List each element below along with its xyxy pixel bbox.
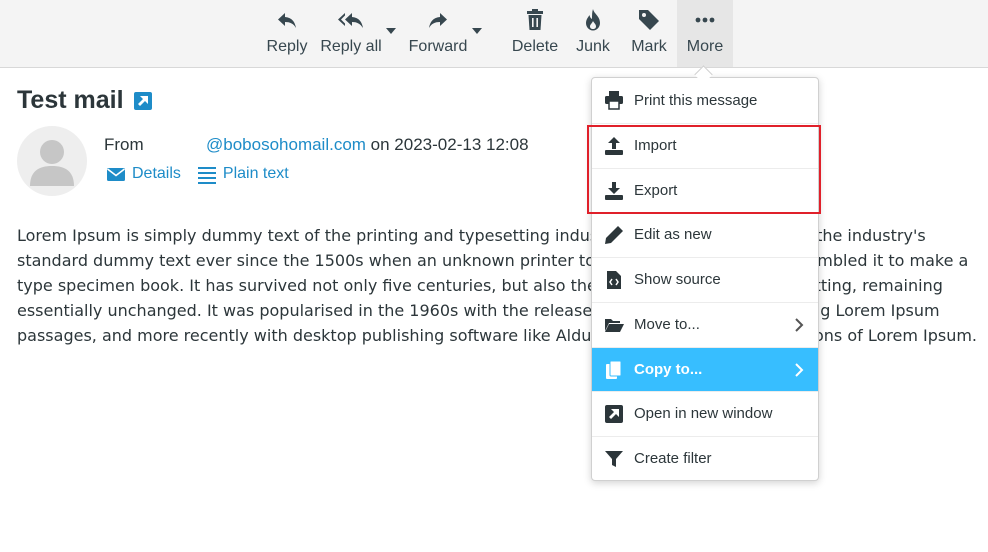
menu-item-label: Copy to... (634, 361, 703, 378)
reply-all-dropdown-caret[interactable] (386, 28, 396, 34)
menu-item-label: Move to... (634, 316, 700, 333)
header-links: Details Plain text (106, 164, 305, 184)
menu-item-label: Show source (634, 271, 721, 288)
menu-item-print[interactable]: Print this message (592, 78, 818, 122)
message-subject: Test mail (17, 86, 152, 115)
sender-email-link[interactable]: @bobosohomail.com (206, 135, 366, 154)
menu-item-label: Create filter (634, 450, 712, 467)
open-external-icon[interactable] (133, 91, 152, 110)
details-link-label: Details (132, 165, 181, 182)
reply-all-button[interactable]: Reply all (318, 0, 384, 67)
plain-text-link[interactable]: Plain text (197, 164, 289, 184)
chevron-right-icon (795, 363, 804, 377)
menu-item-label: Open in new window (634, 405, 773, 422)
external-link-icon (605, 404, 623, 423)
tag-icon (639, 10, 659, 30)
reply-all-icon (338, 13, 363, 28)
menu-item-open-new-window[interactable]: Open in new window (592, 391, 818, 435)
from-label: From (104, 135, 144, 154)
lines-icon (197, 167, 216, 184)
menu-item-label: Edit as new (634, 226, 712, 243)
message-date: on 2023-02-13 12:08 (365, 135, 529, 154)
mark-button[interactable]: Mark (626, 0, 672, 67)
more-button[interactable]: More (677, 0, 733, 67)
copy-icon (606, 360, 622, 379)
more-dots-icon (695, 17, 715, 23)
envelope-icon (107, 168, 125, 181)
details-link[interactable]: Details (106, 164, 181, 184)
menu-item-move-to[interactable]: Move to... (592, 302, 818, 346)
menu-item-label: Print this message (634, 91, 758, 109)
user-silhouette-icon (30, 140, 74, 186)
print-icon (605, 91, 623, 110)
fire-icon (586, 9, 600, 31)
filter-icon (605, 450, 623, 467)
forward-icon (429, 13, 447, 28)
plain-text-link-label: Plain text (222, 165, 289, 182)
message-body: Lorem Ipsum is simply dummy text of the … (17, 226, 978, 345)
reply-icon (278, 13, 296, 28)
sender-line: From @bobosohomail.com on 2023-02-13 12:0… (104, 135, 529, 155)
trash-icon (527, 9, 543, 30)
forward-button[interactable]: Forward (405, 0, 471, 67)
menu-item-copy-to[interactable]: Copy to... (592, 347, 818, 391)
forward-dropdown-caret[interactable] (472, 28, 482, 34)
pencil-icon (605, 225, 623, 244)
delete-button[interactable]: Delete (509, 0, 561, 67)
message-toolbar: Reply Reply all Forward Delete Junk Mark… (0, 0, 988, 68)
file-code-icon (607, 270, 621, 289)
chevron-right-icon (795, 318, 804, 332)
reply-button[interactable]: Reply (262, 0, 312, 67)
menu-item-show-source[interactable]: Show source (592, 257, 818, 301)
junk-button[interactable]: Junk (570, 0, 616, 67)
menu-item-create-filter[interactable]: Create filter (592, 436, 818, 480)
subject-text: Test mail (17, 86, 124, 114)
folder-open-icon (605, 318, 624, 332)
sender-avatar (17, 126, 87, 196)
annotation-highlight-box (587, 125, 821, 214)
menu-item-edit-as-new[interactable]: Edit as new (592, 212, 818, 256)
